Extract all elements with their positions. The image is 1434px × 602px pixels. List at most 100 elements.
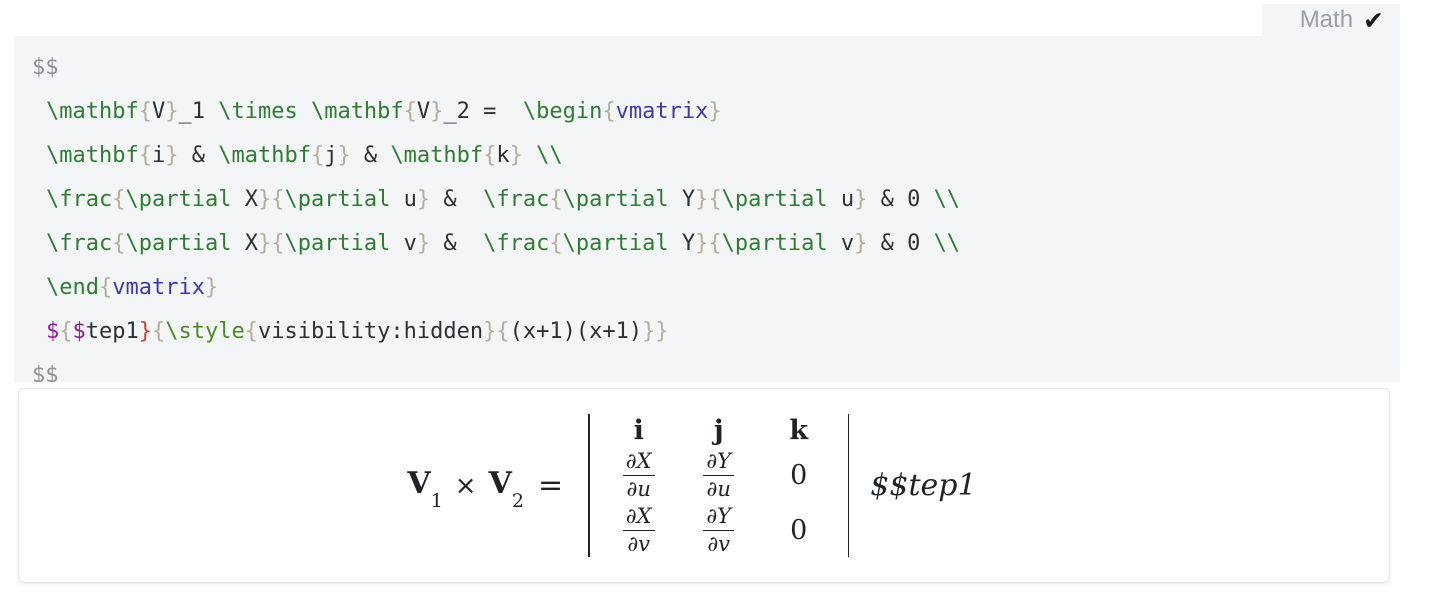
code-line[interactable]: \end{vmatrix} bbox=[14, 266, 1400, 310]
code-token: \end bbox=[46, 275, 99, 300]
code-token: $$ bbox=[32, 55, 59, 80]
code-token: } bbox=[854, 187, 868, 212]
fraction-bar bbox=[622, 529, 655, 532]
code-token: \\ bbox=[536, 143, 563, 168]
code-token: \partial bbox=[562, 231, 669, 256]
code-token: & 0 bbox=[867, 231, 934, 256]
code-token: { bbox=[244, 319, 258, 344]
times-operator: × bbox=[454, 470, 477, 501]
code-token: _2 = bbox=[443, 99, 523, 124]
code-token: { bbox=[310, 143, 325, 168]
code-token: \partial bbox=[125, 231, 232, 256]
code-token: & bbox=[430, 231, 484, 256]
code-token: \begin bbox=[522, 99, 603, 124]
vector-v2-symbol: V bbox=[488, 466, 512, 501]
code-token: \mathbf bbox=[46, 143, 139, 168]
code-token: _1 bbox=[178, 99, 219, 124]
code-token: { bbox=[271, 187, 285, 212]
matrix-zero: 0 bbox=[790, 514, 808, 546]
math-expression: V1 × V2 = i j k ∂X ∂u ∂Y ∂u 0 ∂X ∂v ∂Y ∂v 0 $$tep1 bbox=[407, 414, 977, 557]
unit-vector: i bbox=[633, 415, 644, 447]
latex-source-editor[interactable]: $$ \mathbf{V}_1 \times \mathbf{V}_2 = \be… bbox=[14, 36, 1400, 382]
matrix-cell: j bbox=[714, 414, 724, 447]
code-token: V bbox=[416, 99, 431, 124]
fraction-denominator: ∂v bbox=[707, 532, 731, 557]
code-line[interactable]: $$ bbox=[14, 354, 1400, 382]
code-token: \partial bbox=[721, 231, 828, 256]
code-token: { bbox=[549, 231, 563, 256]
code-token: } bbox=[854, 231, 868, 256]
code-line[interactable]: ${$tep1}{\style{visibility:hidden}{(x+1)… bbox=[14, 310, 1400, 354]
fraction: ∂X ∂u bbox=[622, 449, 655, 501]
fraction-numerator: ∂Y bbox=[706, 449, 732, 474]
code-token: { bbox=[138, 99, 152, 124]
fraction: ∂Y ∂v bbox=[703, 504, 735, 557]
code-token: i bbox=[151, 143, 166, 168]
code-token: { bbox=[708, 231, 722, 256]
code-line[interactable]: \frac{\partial X}{\partial u} & \frac{\p… bbox=[14, 178, 1400, 222]
matrix-cell: ∂X ∂u bbox=[622, 449, 655, 502]
fraction-denominator: ∂u bbox=[706, 477, 731, 502]
code-token: \mathbf bbox=[46, 99, 139, 124]
code-token: Y bbox=[668, 187, 696, 212]
code-token: { bbox=[112, 187, 126, 212]
vector-v2-subscript: 2 bbox=[511, 490, 524, 512]
code-token: tep1 bbox=[85, 319, 139, 344]
code-token: } bbox=[416, 187, 431, 212]
vector-v1-subscript: 1 bbox=[430, 490, 443, 512]
code-token: { bbox=[403, 99, 417, 124]
matrix-cell: 0 bbox=[790, 514, 807, 547]
code-token: \mathbf bbox=[390, 143, 484, 168]
determinant-matrix: i j k ∂X ∂u ∂Y ∂u 0 ∂X ∂v ∂Y ∂v 0 bbox=[579, 414, 858, 557]
code-token: & bbox=[178, 143, 219, 168]
code-token: } bbox=[430, 99, 444, 124]
code-token: X bbox=[231, 187, 258, 212]
code-token: \partial bbox=[125, 187, 232, 212]
matrix-cell: k bbox=[789, 414, 808, 447]
fraction-bar bbox=[622, 474, 655, 477]
code-token: } bbox=[416, 231, 431, 256]
code-line[interactable]: \frac{\partial X}{\partial v} & \frac{\p… bbox=[14, 222, 1400, 266]
code-token: } bbox=[138, 319, 152, 344]
code-token: \mathbf bbox=[218, 143, 311, 168]
code-token: } bbox=[337, 143, 351, 168]
matrix-cell: ∂X ∂v bbox=[622, 504, 655, 557]
code-token: } bbox=[257, 231, 272, 256]
code-token: } bbox=[655, 319, 669, 344]
fraction-bar bbox=[703, 474, 735, 477]
code-token: $ bbox=[46, 319, 60, 344]
code-token: v bbox=[390, 231, 417, 256]
math-mode-label: Math bbox=[1299, 6, 1354, 33]
code-token: $$ bbox=[32, 363, 59, 382]
math-mode-toggle[interactable]: Math ✔ bbox=[1262, 4, 1400, 36]
code-line[interactable]: \mathbf{i} & \mathbf{j} & \mathbf{k} \\ bbox=[14, 134, 1400, 178]
code-token: } bbox=[165, 99, 179, 124]
code-token: & bbox=[430, 187, 484, 212]
code-token: & 0 bbox=[867, 187, 934, 212]
fraction-numerator: ∂Y bbox=[706, 504, 732, 528]
trailing-literal-text: $$tep1 bbox=[870, 468, 977, 503]
code-token: \mathbf bbox=[310, 99, 404, 124]
code-token: j bbox=[324, 143, 338, 168]
code-line[interactable]: \mathbf{V}_1 \times \mathbf{V}_2 = \begi… bbox=[14, 90, 1400, 134]
code-token: { bbox=[112, 231, 126, 256]
code-token: { bbox=[549, 187, 563, 212]
matrix-grid: i j k ∂X ∂u ∂Y ∂u 0 ∂X ∂v ∂Y ∂v 0 bbox=[599, 414, 839, 556]
matrix-cell: ∂Y ∂v bbox=[703, 504, 735, 557]
code-token: \style bbox=[165, 319, 245, 344]
vector-v1: V1 bbox=[407, 466, 442, 512]
code-token: } bbox=[165, 143, 179, 168]
code-line[interactable]: $$ bbox=[14, 46, 1400, 90]
code-token: } bbox=[257, 187, 272, 212]
code-token: \partial bbox=[284, 231, 391, 256]
code-token: & bbox=[350, 143, 391, 168]
code-token: \frac bbox=[483, 231, 550, 256]
code-token: \frac bbox=[46, 231, 113, 256]
fraction-bar bbox=[703, 529, 735, 532]
fraction-numerator: ∂X bbox=[625, 449, 652, 474]
code-token: \frac bbox=[483, 187, 550, 212]
code-token: visibility:hidden bbox=[257, 319, 484, 344]
code-token: } bbox=[708, 99, 722, 124]
code-token: \\ bbox=[933, 187, 961, 212]
